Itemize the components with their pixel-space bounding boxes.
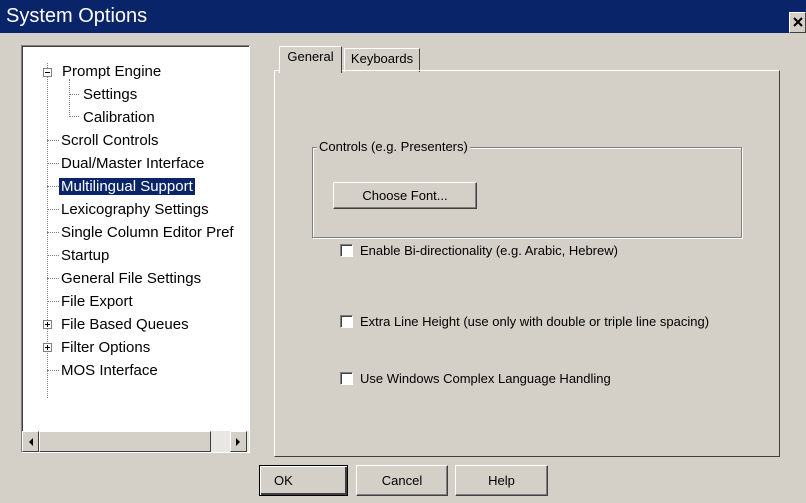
choose-font-label: Choose Font... <box>362 188 448 203</box>
arrow-left-icon <box>29 438 33 446</box>
tree-item-general-file-settings[interactable]: General File Settings <box>59 268 203 290</box>
arrow-right-icon <box>236 438 240 446</box>
tree-item-label: Startup <box>61 247 110 264</box>
tree-item-label: Prompt Engine <box>62 63 162 80</box>
general-tab-panel <box>274 70 780 457</box>
tab-label: Keyboards <box>350 51 414 66</box>
extra-line-height-checkbox[interactable] <box>340 315 353 328</box>
help-button[interactable]: Help <box>455 465 548 496</box>
window-title: System Options <box>6 5 148 27</box>
tree-item-label: File Based Queues <box>61 316 189 333</box>
tree-item-file-based-queues[interactable]: File Based Queues <box>59 314 191 336</box>
tree-item-settings[interactable]: Settings <box>81 84 139 106</box>
tree-item-dual-master-interface[interactable]: Dual/Master Interface <box>59 153 206 175</box>
tree-item-filter-options[interactable]: Filter Options <box>59 337 152 359</box>
tree-item-mos-interface[interactable]: MOS Interface <box>59 360 160 382</box>
tree-item-file-export[interactable]: File Export <box>59 291 135 313</box>
tree-item-calibration[interactable]: Calibration <box>81 107 157 129</box>
close-button[interactable] <box>789 12 806 33</box>
bidi-checkbox-label: Enable Bi-directionality (e.g. Arabic, H… <box>360 243 618 258</box>
collapse-icon[interactable] <box>43 68 52 77</box>
tree-connector-h <box>47 186 59 187</box>
tree-item-label: Lexicography Settings <box>61 201 209 218</box>
scroll-right-button[interactable] <box>230 431 247 452</box>
tab-general[interactable]: General <box>279 46 342 73</box>
tree-item-single-column-editor[interactable]: Single Column Editor Pref <box>59 222 236 244</box>
complex-language-checkbox-label: Use Windows Complex Language Handling <box>360 371 611 386</box>
tree-item-scroll-controls[interactable]: Scroll Controls <box>59 130 161 152</box>
controls-group-label: Controls (e.g. Presenters) <box>317 139 470 154</box>
tree-connector-child <box>69 79 70 117</box>
ok-button[interactable]: OK <box>259 465 348 496</box>
tree-item-startup[interactable]: Startup <box>59 245 111 267</box>
tree-item-label: Filter Options <box>61 339 151 356</box>
tree-item-multilingual-support[interactable]: Multilingual Support <box>59 176 195 198</box>
tree-connector-h <box>47 278 59 279</box>
expand-icon[interactable] <box>43 343 52 352</box>
scroll-thumb[interactable] <box>39 431 211 452</box>
tree-list: Prompt Engine Settings Calibration Scrol… <box>22 46 249 431</box>
tree-item-prompt-engine[interactable]: Prompt Engine <box>60 61 163 83</box>
tree-connector-h <box>47 140 59 141</box>
options-tree[interactable]: Prompt Engine Settings Calibration Scrol… <box>21 45 250 453</box>
tree-item-label: Calibration <box>83 109 155 126</box>
tree-item-label: Scroll Controls <box>61 132 159 149</box>
tree-connector-h <box>47 232 59 233</box>
choose-font-button[interactable]: Choose Font... <box>333 182 477 209</box>
dialog-body: Prompt Engine Settings Calibration Scrol… <box>0 33 806 503</box>
ok-label: OK <box>274 473 293 488</box>
tree-connector-h <box>69 116 79 117</box>
tree-item-label: Single Column Editor Pref <box>61 224 234 241</box>
title-bar[interactable]: System Options <box>0 0 806 33</box>
bidi-checkbox[interactable] <box>340 244 353 257</box>
cancel-label: Cancel <box>381 473 423 488</box>
help-label: Help <box>488 473 515 488</box>
extra-line-height-checkbox-label: Extra Line Height (use only with double … <box>360 314 710 329</box>
tree-connector-h <box>47 255 59 256</box>
horizontal-scrollbar[interactable] <box>22 431 249 452</box>
tree-connector-h <box>47 209 59 210</box>
tab-keyboards[interactable]: Keyboards <box>344 48 420 72</box>
tree-item-label: Multilingual Support <box>59 178 195 195</box>
close-icon <box>793 17 803 27</box>
tree-item-lexicography-settings[interactable]: Lexicography Settings <box>59 199 211 221</box>
complex-language-checkbox[interactable] <box>340 372 353 385</box>
scroll-left-button[interactable] <box>22 431 39 452</box>
tab-label: General <box>287 49 334 64</box>
tree-connector-h <box>47 301 59 302</box>
expand-icon[interactable] <box>43 320 52 329</box>
tree-item-label: Dual/Master Interface <box>61 155 205 172</box>
tree-item-label: File Export <box>61 293 133 310</box>
tree-connector-h <box>69 94 79 95</box>
tree-item-label: MOS Interface <box>61 362 158 379</box>
tree-item-label: Settings <box>83 86 138 103</box>
cancel-button[interactable]: Cancel <box>356 465 448 496</box>
tree-connector-h <box>47 163 59 164</box>
tree-connector-h <box>47 370 59 371</box>
tree-item-label: General File Settings <box>61 270 202 287</box>
